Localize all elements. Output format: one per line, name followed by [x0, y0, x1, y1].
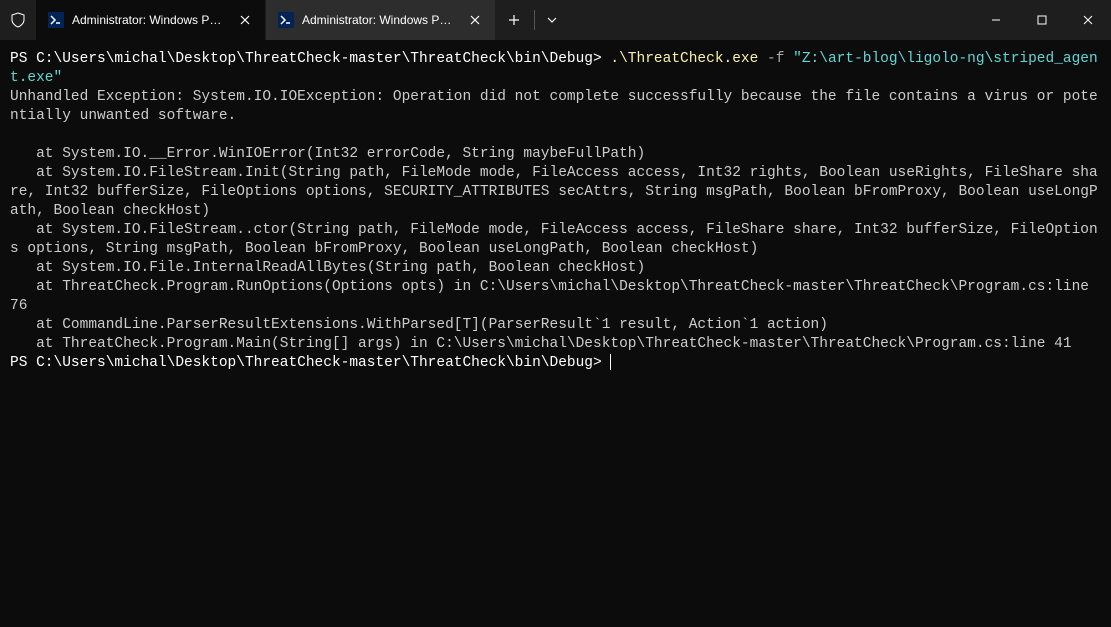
- tab-dropdown[interactable]: [537, 17, 567, 23]
- terminal-output[interactable]: PS C:\Users\michal\Desktop\ThreatCheck-m…: [0, 40, 1111, 383]
- command-executable: .\ThreatCheck.exe: [610, 51, 758, 67]
- titlebar: Administrator: Windows Powe Administrato…: [0, 0, 1111, 40]
- maximize-button[interactable]: [1019, 0, 1065, 40]
- prompt-text: PS C:\Users\michal\Desktop\ThreatCheck-m…: [10, 355, 610, 371]
- stack-trace-output: Unhandled Exception: System.IO.IOExcepti…: [10, 89, 1098, 352]
- new-tab-button[interactable]: [496, 14, 532, 26]
- command-flag: -f: [758, 51, 793, 67]
- powershell-icon: [278, 12, 294, 28]
- prompt-text: PS C:\Users\michal\Desktop\ThreatCheck-m…: [10, 51, 610, 67]
- close-button[interactable]: [1065, 0, 1111, 40]
- tab-title: Administrator: Windows Powe: [72, 13, 227, 27]
- tab-2[interactable]: Administrator: Windows Powe: [266, 0, 496, 40]
- close-icon[interactable]: [237, 12, 253, 28]
- window-controls: [973, 0, 1111, 40]
- tabs-container: Administrator: Windows Powe Administrato…: [36, 0, 496, 40]
- close-icon[interactable]: [467, 12, 483, 28]
- cursor: [610, 354, 611, 370]
- minimize-button[interactable]: [973, 0, 1019, 40]
- tab-1[interactable]: Administrator: Windows Powe: [36, 0, 266, 40]
- divider: [534, 10, 535, 30]
- shield-icon: [8, 10, 28, 30]
- powershell-icon: [48, 12, 64, 28]
- tab-title: Administrator: Windows Powe: [302, 13, 457, 27]
